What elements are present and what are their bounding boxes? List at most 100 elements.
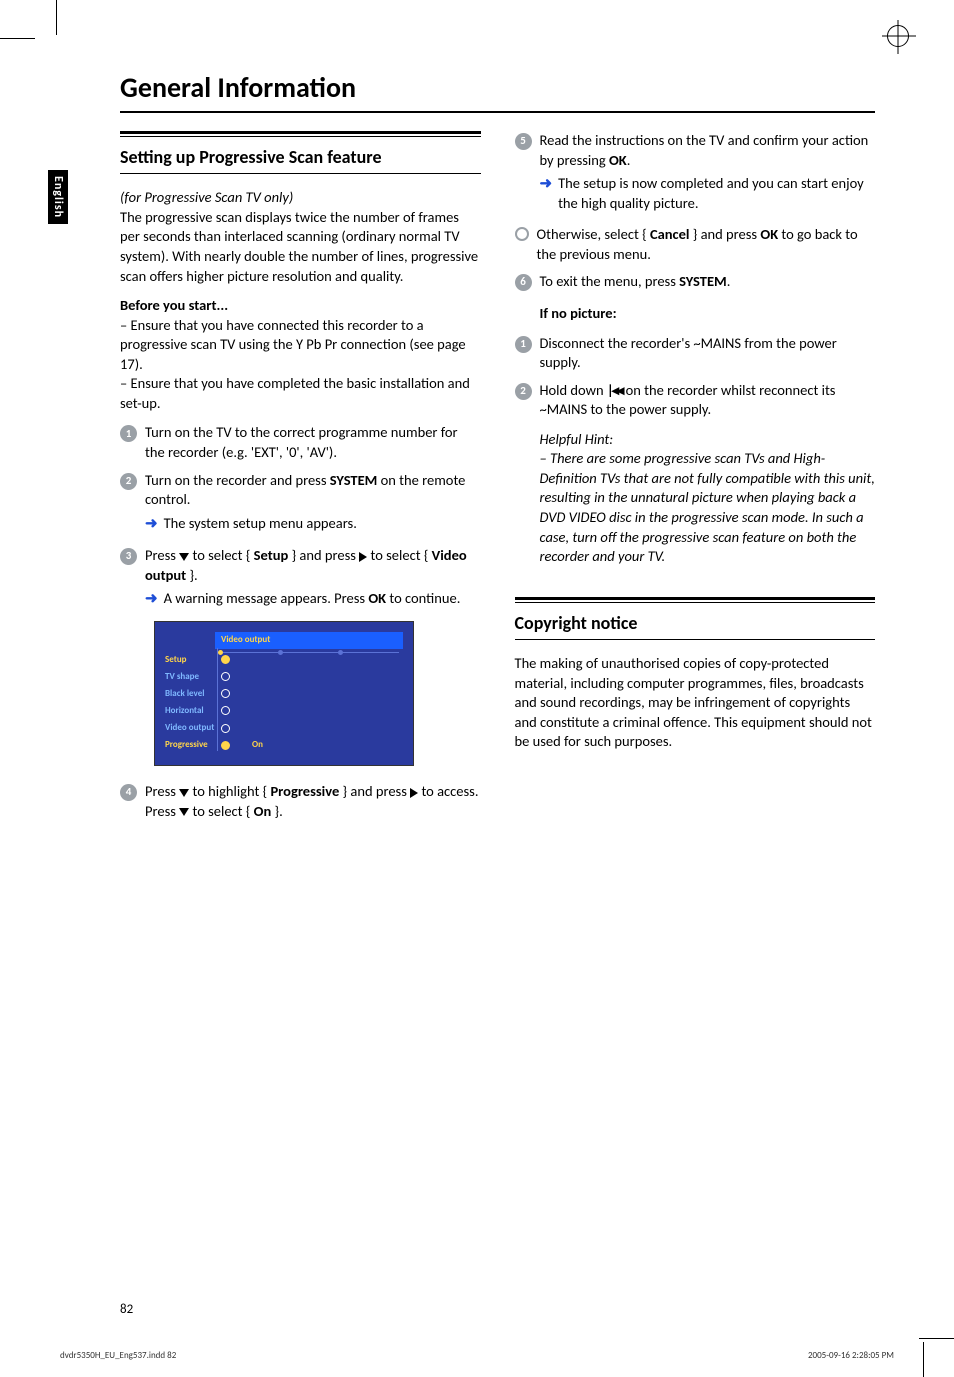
text: Press [145, 782, 179, 800]
before-line-2: – Ensure that you have completed the bas… [120, 374, 470, 412]
step-number-icon: 2 [120, 473, 137, 490]
osd-label: Progressive [165, 739, 221, 751]
arrow-right-icon: ➜ [540, 174, 553, 194]
recovery-step-1-text: Disconnect the recorder's ~MAINS from th… [540, 334, 876, 373]
content-columns: Setting up Progressive Scan feature (for… [120, 131, 875, 829]
text: }. [186, 566, 198, 584]
arrow-right-icon: ➜ [145, 589, 158, 609]
divider [120, 173, 481, 174]
page-number: 82 [120, 1302, 133, 1317]
divider [120, 131, 481, 134]
step-6: 6 To exit the menu, press SYSTEM. [515, 272, 876, 292]
text: The setup is now completed and you can s… [558, 174, 875, 213]
osd-label: Video output [165, 722, 221, 734]
text: Read the instructions on the TV and conf… [540, 131, 869, 169]
text: } and press [689, 225, 760, 243]
ok-label: OK [760, 225, 778, 243]
triangle-down-icon [179, 553, 189, 561]
crop-mark [56, 0, 57, 35]
osd-row-horizontal: Horizontal [165, 705, 403, 717]
step-number-icon: 4 [120, 784, 137, 801]
divider [120, 111, 875, 113]
if-no-picture-heading: If no picture: [540, 304, 876, 324]
step-number-icon: 5 [515, 133, 532, 150]
helpful-hint: Helpful Hint: – There are some progressi… [540, 430, 876, 567]
radio-icon [221, 724, 230, 733]
hint-body: – There are some progressive scan TVs an… [540, 449, 875, 565]
osd-label: TV shape [165, 671, 221, 683]
text: A warning message appears. Press [164, 589, 369, 607]
footer-filename: dvdr5350H_EU_Eng537.indd 82 [60, 1350, 176, 1361]
step-number-icon: 1 [515, 336, 532, 353]
registration-mark-icon [887, 25, 909, 47]
step-3-result: ➜ A warning message appears. Press OK to… [145, 589, 481, 609]
text: Turn on the recorder and press [145, 471, 330, 489]
intro-italic: (for Progressive Scan TV only) [120, 188, 293, 206]
text: The system setup menu appears. [164, 514, 357, 534]
step-5-body: Read the instructions on the TV and conf… [540, 131, 876, 217]
osd-row-blacklevel: Black level [165, 688, 403, 700]
step-1-text: Turn on the TV to the correct programme … [145, 423, 481, 462]
osd-label: Horizontal [165, 705, 221, 717]
arrow-right-icon: ➜ [145, 514, 158, 534]
radio-icon [221, 655, 230, 664]
page-title: General Information [120, 70, 904, 105]
text: to select { [189, 802, 253, 820]
step-1: 1 Turn on the TV to the correct programm… [120, 423, 481, 462]
setup-label: Setup [254, 546, 289, 564]
crop-mark [923, 1342, 924, 1377]
text: . [727, 272, 731, 290]
triangle-right-icon [410, 788, 418, 798]
osd-label: Black level [165, 688, 221, 700]
text: to continue. [386, 589, 460, 607]
step-2-result: ➜ The system setup menu appears. [145, 514, 481, 534]
text: A warning message appears. Press OK to c… [164, 589, 461, 609]
step-5-result: ➜ The setup is now completed and you can… [540, 174, 876, 213]
ok-label: OK [609, 151, 627, 169]
osd-value: On [252, 739, 263, 751]
right-column: 5 Read the instructions on the TV and co… [515, 131, 876, 829]
on-label: On [254, 802, 272, 820]
step-2-body: Turn on the recorder and press SYSTEM on… [145, 471, 481, 538]
triangle-down-icon [179, 789, 189, 797]
before-block: Before you start... – Ensure that you ha… [120, 296, 481, 413]
system-label: SYSTEM [330, 471, 378, 489]
step-4-body: Press to highlight { Progressive } and p… [145, 782, 481, 821]
hint-heading: Helpful Hint: [540, 430, 614, 448]
left-column: Setting up Progressive Scan feature (for… [120, 131, 481, 829]
text: }. [271, 802, 283, 820]
step-2: 2 Turn on the recorder and press SYSTEM … [120, 471, 481, 538]
crop-mark [919, 1338, 954, 1339]
text: to select { [189, 546, 253, 564]
step-number-icon: 6 [515, 274, 532, 291]
crop-mark [0, 38, 35, 39]
osd-track [218, 652, 399, 653]
osd-row-tvshape: TV shape [165, 671, 403, 683]
osd-menu-graphic: Video output Setup TV shape Black level … [154, 621, 414, 766]
text: Otherwise, select { [537, 225, 650, 243]
recovery-step-1: 1 Disconnect the recorder's ~MAINS from … [515, 334, 876, 373]
step-number-icon: 2 [515, 383, 532, 400]
step-4: 4 Press to highlight { Progressive } and… [120, 782, 481, 821]
progressive-label: Progressive [270, 782, 339, 800]
divider [515, 602, 876, 603]
radio-icon [221, 706, 230, 715]
osd-label: Setup [165, 654, 221, 666]
text: To exit the menu, press [540, 272, 680, 290]
step-6-body: To exit the menu, press SYSTEM. [540, 272, 731, 292]
copyright-body: The making of unauthorised copies of cop… [515, 654, 876, 752]
text: to highlight { [189, 782, 270, 800]
divider [515, 639, 876, 640]
text: } and press [339, 782, 410, 800]
intro-paragraph: (for Progressive Scan TV only) The progr… [120, 188, 481, 286]
intro-body: The progressive scan displays twice the … [120, 208, 478, 285]
bullet-icon [515, 227, 529, 241]
previous-track-icon: |◂◂ [607, 381, 622, 401]
step-5: 5 Read the instructions on the TV and co… [515, 131, 876, 217]
step-number-icon: 3 [120, 548, 137, 565]
language-tab: English [48, 170, 68, 224]
osd-header: Video output [215, 632, 403, 648]
text: . [627, 151, 631, 169]
step-3-body: Press to select { Setup } and press to s… [145, 546, 481, 613]
divider [120, 136, 481, 137]
